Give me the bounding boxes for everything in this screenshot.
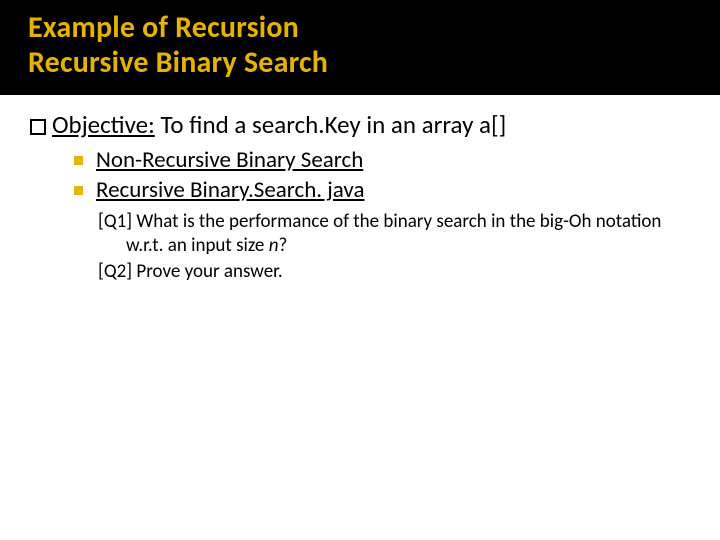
link-nonrecursive[interactable]: Non-Recursive Binary Search xyxy=(96,146,363,174)
question-2: [Q2] Prove your answer. xyxy=(98,260,662,284)
slide-title: Example of Recursion Recursive Binary Se… xyxy=(28,10,692,81)
title-bar: Example of Recursion Recursive Binary Se… xyxy=(0,0,720,95)
slide: Example of Recursion Recursive Binary Se… xyxy=(0,0,720,540)
q2-tag: [Q2] xyxy=(98,260,132,283)
objective-label: Objective: xyxy=(52,109,155,140)
list-item: Non-Recursive Binary Search xyxy=(74,146,690,174)
title-line-2: Recursive Binary Search xyxy=(28,44,328,81)
question-block: [Q1] What is the performance of the bina… xyxy=(98,210,662,285)
square-bullet-icon xyxy=(30,119,46,135)
objective-text: To find a search.Key in an array a[] xyxy=(160,109,506,140)
q2-text-before: Prove your answer. xyxy=(136,260,282,283)
link-list: Non-Recursive Binary Search Recursive Bi… xyxy=(74,146,690,204)
q1-text-before: What is the performance of the binary se… xyxy=(126,210,661,257)
q1-text-after: ? xyxy=(278,234,287,257)
list-item: Recursive Binary.Search. java xyxy=(74,176,690,204)
link-recursive-java[interactable]: Recursive Binary.Search. java xyxy=(96,176,365,204)
content-area: Objective: To find a search.Key in an ar… xyxy=(0,95,720,285)
question-1: [Q1] What is the performance of the bina… xyxy=(98,210,662,259)
title-line-1: Example of Recursion xyxy=(28,9,299,46)
objective-row: Objective: To find a search.Key in an ar… xyxy=(30,109,690,140)
q1-tag: [Q1] xyxy=(98,210,132,233)
q1-italic: n xyxy=(269,234,279,257)
